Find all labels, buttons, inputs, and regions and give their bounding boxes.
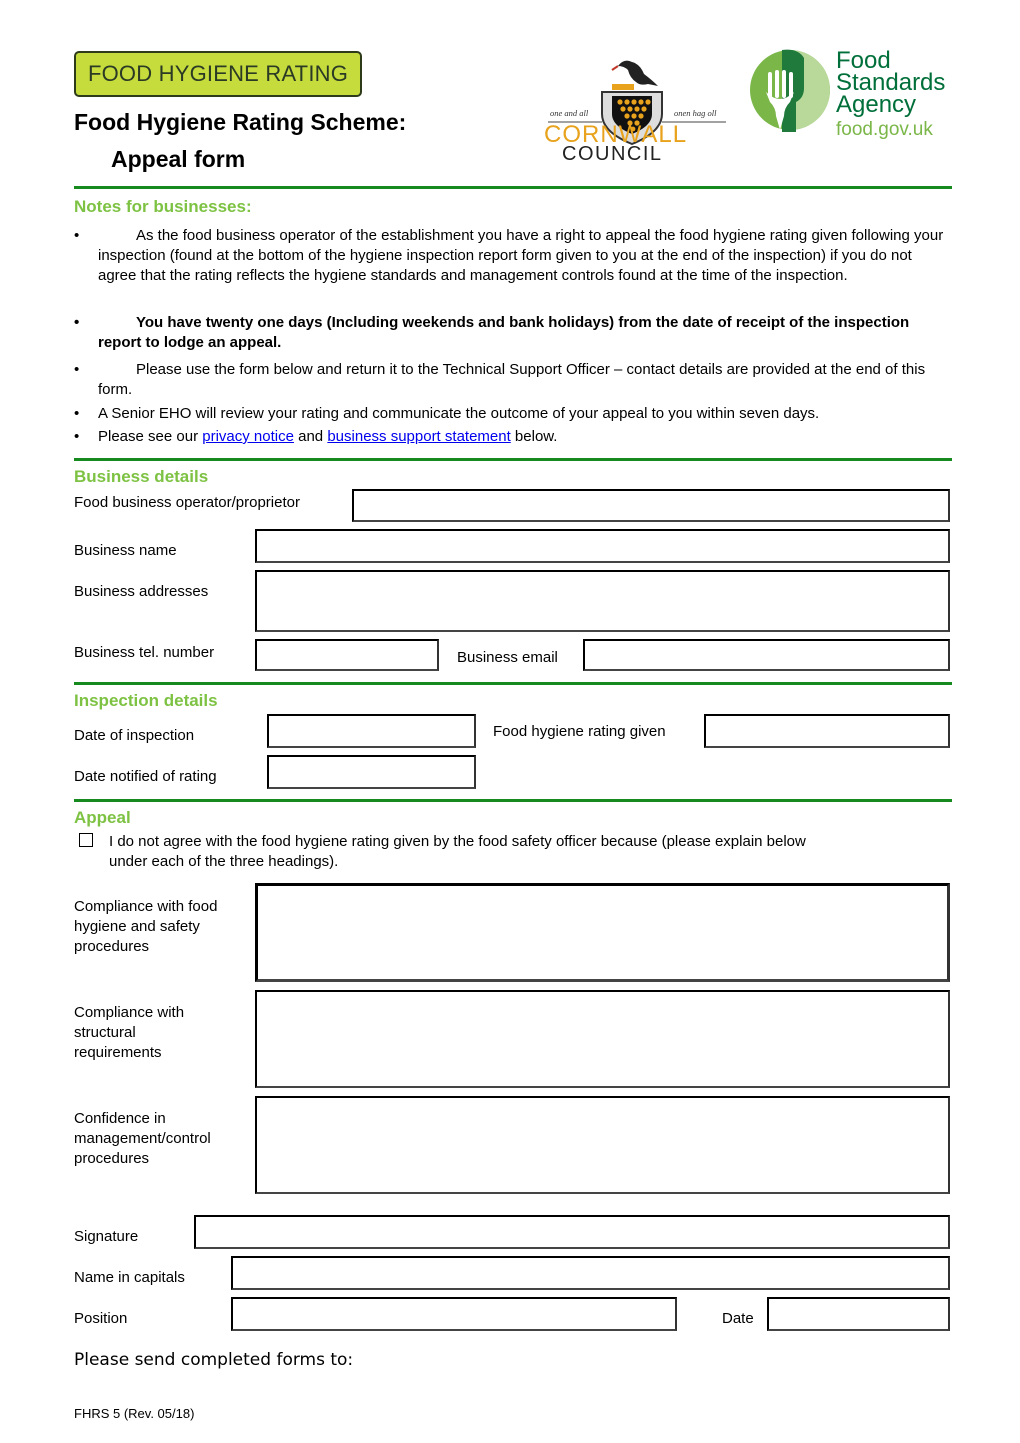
disagree-checkbox[interactable] [79, 833, 93, 847]
name-in-capitals-field[interactable] [231, 1256, 950, 1290]
section-divider [74, 682, 952, 685]
compliance-food-hygiene-label: Compliance with food hygiene and safety … [74, 897, 217, 957]
note-item: • Please use the form below and return i… [74, 360, 954, 400]
label-line: Compliance with food [74, 898, 218, 915]
food-hygiene-rating-badge: FOOD HYGIENE RATING [74, 51, 362, 97]
council-name-council: COUNCIL [562, 143, 663, 165]
section-divider [74, 799, 952, 802]
bullet-icon: • [74, 227, 80, 244]
date-notified-label: Date notified of rating [74, 768, 217, 785]
section-divider [74, 186, 952, 189]
operator-label: Food business operator/proprietor [74, 494, 300, 511]
council-motto-left: one and all [550, 108, 589, 118]
business-address-label: Business addresses [74, 583, 209, 600]
note-text: Please see our [98, 428, 203, 445]
business-name-field[interactable] [255, 529, 950, 563]
rating-given-field[interactable] [704, 714, 950, 748]
business-email-label: Business email [457, 649, 558, 666]
note-text: and [293, 428, 328, 445]
note-text: A Senior EHO will review your rating and… [98, 405, 820, 422]
business-tel-label: Business tel. number [74, 644, 215, 661]
inspection-date-label: Date of inspection [74, 727, 195, 744]
name-in-capitals-label: Name in capitals [74, 1269, 185, 1286]
note-text: Please use the form below and return it … [98, 361, 926, 398]
label-line: procedures [74, 938, 150, 955]
badge-text: FOOD HYGIENE RATING [87, 61, 349, 86]
note-text: You have twenty one days (Including week… [98, 314, 910, 351]
signature-label: Signature [74, 1228, 139, 1245]
privacy-notice-link[interactable]: privacy notice [202, 428, 294, 445]
business-details-heading: Business details [74, 467, 209, 486]
note-item: • You have twenty one days (Including we… [74, 313, 954, 353]
date-field[interactable] [767, 1297, 950, 1331]
disagree-text-line2: under each of the three headings). [109, 853, 339, 870]
label-line: requirements [74, 1044, 162, 1061]
rating-given-label: Food hygiene rating given [493, 723, 666, 740]
label-line: Confidence in [74, 1110, 166, 1127]
confidence-management-field[interactable] [255, 1096, 950, 1194]
compliance-food-hygiene-field[interactable] [255, 883, 950, 982]
disagree-text-line1: I do not agree with the food hygiene rat… [109, 833, 806, 850]
form-reference: FHRS 5 (Rev. 05/18) [74, 1406, 195, 1421]
page-subtitle: Appeal form [111, 146, 246, 172]
fsa-name-line3: Agency [836, 91, 917, 118]
bullet-icon: • [74, 314, 80, 331]
compliance-structural-field[interactable] [255, 990, 950, 1088]
council-motto-right: onen hag oll [674, 108, 717, 118]
business-address-field[interactable] [255, 570, 950, 632]
inspection-date-field[interactable] [267, 714, 476, 748]
business-tel-field[interactable] [255, 639, 439, 671]
label-line: Compliance with [74, 1004, 185, 1021]
note-item: • A Senior EHO will review your rating a… [74, 404, 954, 424]
label-line: procedures [74, 1150, 150, 1167]
position-label: Position [74, 1310, 128, 1327]
bullet-icon: • [74, 361, 80, 378]
fsa-url: food.gov.uk [836, 119, 933, 140]
page-title: Food Hygiene Rating Scheme: [74, 109, 407, 135]
position-field[interactable] [231, 1297, 677, 1331]
label-line: structural [74, 1024, 136, 1041]
send-instructions: Please send completed forms to: [74, 1350, 354, 1370]
operator-field[interactable] [352, 489, 950, 522]
note-text: As the food business operator of the est… [98, 227, 944, 284]
business-email-field[interactable] [583, 639, 950, 671]
date-notified-field[interactable] [267, 755, 476, 789]
label-line: hygiene and safety [74, 918, 200, 935]
date-label: Date [722, 1310, 754, 1327]
note-text: below. [510, 428, 558, 445]
confidence-management-label: Confidence in management/control procedu… [74, 1109, 211, 1169]
cornwall-council-logo: one and all onen hag oll CORNWALL COUNCI… [540, 52, 732, 165]
inspection-details-heading: Inspection details [74, 691, 218, 710]
note-item: • As the food business operator of the e… [74, 226, 954, 286]
section-divider [74, 458, 952, 461]
signature-field[interactable] [194, 1215, 950, 1249]
notes-heading: Notes for businesses: [74, 197, 252, 216]
bullet-icon: • [74, 428, 80, 445]
appeal-heading: Appeal [74, 808, 131, 827]
business-name-label: Business name [74, 542, 177, 559]
food-standards-agency-logo: Food Standards Agency food.gov.uk [748, 48, 953, 140]
label-line: management/control [74, 1130, 211, 1147]
compliance-structural-label: Compliance with structural requirements [74, 1003, 184, 1063]
fsa-fork-icon [750, 49, 830, 132]
note-item: • Please see our privacy notice and busi… [74, 427, 954, 447]
bullet-icon: • [74, 405, 80, 422]
business-support-statement-link[interactable]: business support statement [327, 428, 510, 445]
